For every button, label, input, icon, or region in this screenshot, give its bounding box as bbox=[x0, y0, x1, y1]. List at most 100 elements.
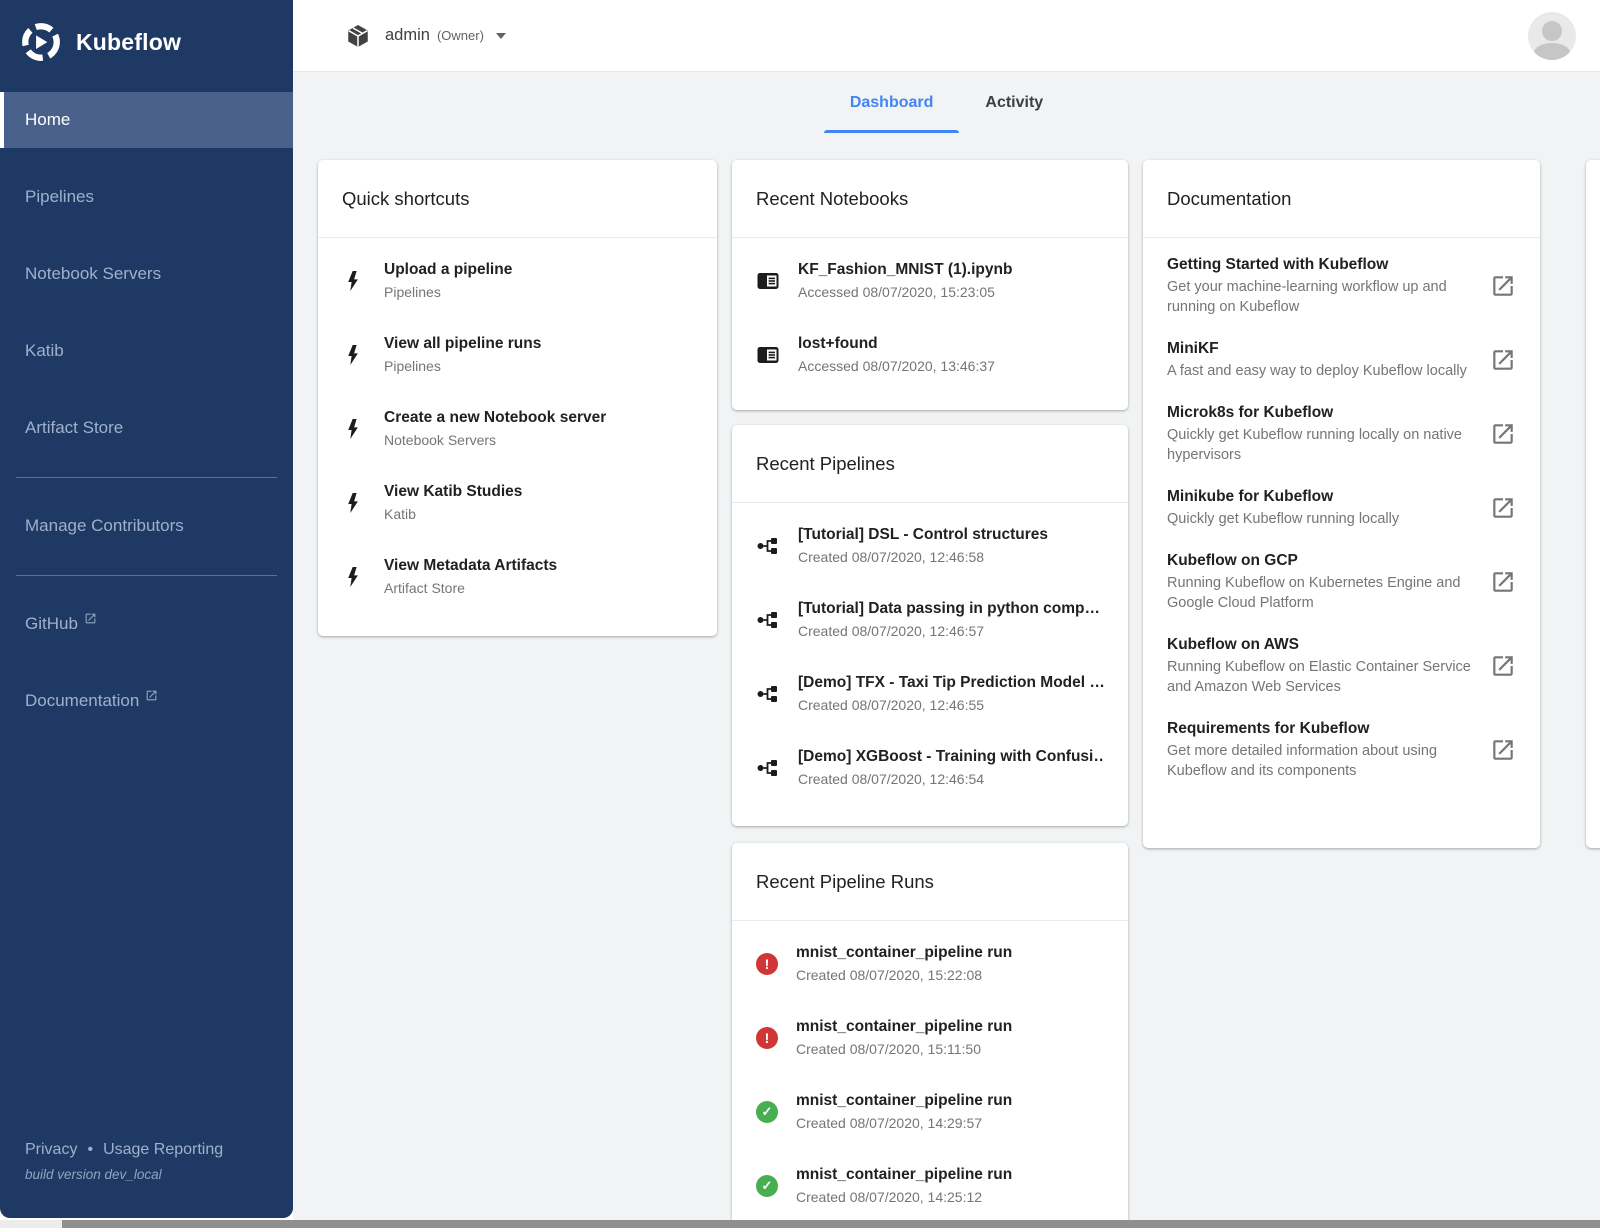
run-title: mnist_container_pipeline run bbox=[796, 1017, 1012, 1037]
avatar[interactable] bbox=[1528, 12, 1576, 60]
pipeline-created: Created 08/07/2020, 12:46:54 bbox=[798, 769, 1104, 789]
shortcut-text: View Metadata Artifacts Artifact Store bbox=[384, 556, 557, 598]
shortcut-item[interactable]: View all pipeline runs Pipelines bbox=[318, 318, 717, 392]
horizontal-scrollbar-thumb[interactable] bbox=[62, 1220, 1600, 1228]
pipeline-text: [Tutorial] Data passing in python comp… … bbox=[798, 599, 1100, 641]
shortcut-subtitle: Katib bbox=[384, 504, 522, 524]
shortcut-title: View Metadata Artifacts bbox=[384, 556, 557, 576]
logo-row[interactable]: Kubeflow bbox=[0, 0, 293, 84]
doc-title: Getting Started with Kubeflow bbox=[1167, 254, 1476, 275]
doc-link-item[interactable]: Requirements for Kubeflow Get more detai… bbox=[1143, 708, 1540, 792]
pipeline-graph-icon bbox=[756, 608, 780, 632]
doc-description: Quickly get Kubeflow running locally bbox=[1167, 509, 1476, 529]
run-status-icon bbox=[756, 1101, 778, 1123]
doc-title: Requirements for Kubeflow bbox=[1167, 718, 1476, 739]
sidebar: Kubeflow Home Pipelines Notebook Servers… bbox=[0, 0, 293, 1218]
tab[interactable]: Activity bbox=[959, 72, 1069, 133]
tab[interactable]: Dashboard bbox=[824, 72, 960, 133]
open-in-new-icon[interactable] bbox=[1490, 421, 1516, 447]
shortcut-title: View Katib Studies bbox=[384, 482, 522, 502]
open-in-new-icon[interactable] bbox=[1490, 347, 1516, 373]
sidebar-external-item[interactable]: GitHub bbox=[0, 596, 293, 652]
build-version: build version dev_local bbox=[25, 1167, 223, 1182]
sidebar-item[interactable]: Notebook Servers bbox=[0, 246, 293, 302]
tab-label: Activity bbox=[985, 94, 1043, 112]
card-header: Quick shortcuts bbox=[318, 160, 717, 238]
notebook-accessed: Accessed 08/07/2020, 15:23:05 bbox=[798, 282, 1012, 302]
quick-shortcuts-list: Upload a pipeline Pipelines View all pip… bbox=[318, 238, 717, 620]
doc-description: A fast and easy way to deploy Kubeflow l… bbox=[1167, 361, 1476, 381]
usage-reporting-link[interactable]: Usage Reporting bbox=[103, 1141, 223, 1159]
chevron-down-icon[interactable] bbox=[496, 33, 506, 39]
sidebar-footer: Privacy • Usage Reporting build version … bbox=[25, 1141, 223, 1182]
bolt-icon bbox=[342, 417, 366, 441]
shortcut-subtitle: Pipelines bbox=[384, 282, 512, 302]
notebook-item[interactable]: KF_Fashion_MNIST (1).ipynb Accessed 08/0… bbox=[732, 244, 1128, 318]
doc-link-item[interactable]: Getting Started with Kubeflow Get your m… bbox=[1143, 244, 1540, 328]
sidebar-external-item[interactable]: Documentation bbox=[0, 673, 293, 729]
doc-link-item[interactable]: Kubeflow on AWS Running Kubeflow on Elas… bbox=[1143, 624, 1540, 708]
namespace-name[interactable]: admin bbox=[385, 26, 430, 45]
shortcut-subtitle: Notebook Servers bbox=[384, 430, 606, 450]
shortcut-item[interactable]: Create a new Notebook server Notebook Se… bbox=[318, 392, 717, 466]
open-in-new-icon[interactable] bbox=[1490, 273, 1516, 299]
sidebar-item-label: GitHub bbox=[25, 614, 78, 634]
pipeline-item[interactable]: [Tutorial] Data passing in python comp… … bbox=[732, 583, 1128, 657]
sidebar-item[interactable]: Home bbox=[0, 92, 293, 148]
pipeline-text: [Demo] TFX - Taxi Tip Prediction Model …… bbox=[798, 673, 1104, 715]
doc-title: MiniKF bbox=[1167, 338, 1476, 359]
sidebar-item-label-wrap: Documentation bbox=[25, 691, 158, 711]
pipeline-created: Created 08/07/2020, 12:46:58 bbox=[798, 547, 1048, 567]
run-item[interactable]: mnist_container_pipeline run Created 08/… bbox=[732, 1001, 1128, 1075]
run-status-icon bbox=[756, 1175, 778, 1197]
doc-link-item[interactable]: Kubeflow on GCP Running Kubeflow on Kube… bbox=[1143, 540, 1540, 624]
bolt-icon bbox=[342, 343, 366, 367]
footer-links: Privacy • Usage Reporting bbox=[25, 1141, 223, 1159]
shortcut-subtitle: Artifact Store bbox=[384, 578, 557, 598]
run-title: mnist_container_pipeline run bbox=[796, 943, 1012, 963]
external-link-icon bbox=[145, 687, 158, 707]
sidebar-item-manage-contributors[interactable]: Manage Contributors bbox=[0, 498, 293, 554]
pipeline-graph-icon bbox=[756, 534, 780, 558]
run-item[interactable]: mnist_container_pipeline run Created 08/… bbox=[732, 927, 1128, 1001]
sidebar-item-label: Documentation bbox=[25, 691, 139, 711]
documentation-list: Getting Started with Kubeflow Get your m… bbox=[1143, 238, 1540, 798]
open-in-new-icon[interactable] bbox=[1490, 495, 1516, 521]
open-in-new-icon[interactable] bbox=[1490, 653, 1516, 679]
external-link-icon bbox=[84, 610, 97, 630]
pipeline-text: [Demo] XGBoost - Training with Confusi… … bbox=[798, 747, 1104, 789]
horizontal-scrollbar-track[interactable] bbox=[0, 1220, 1600, 1228]
sidebar-item[interactable]: Artifact Store bbox=[0, 400, 293, 456]
run-item[interactable]: mnist_container_pipeline run Created 08/… bbox=[732, 1149, 1128, 1220]
notebook-icon bbox=[756, 269, 780, 293]
shortcut-item[interactable]: View Katib Studies Katib bbox=[318, 466, 717, 540]
recent-notebooks-card: Recent Notebooks KF_Fas bbox=[732, 160, 1128, 410]
notebook-text: lost+found Accessed 08/07/2020, 13:46:37 bbox=[798, 334, 995, 376]
recent-runs-list: mnist_container_pipeline run Created 08/… bbox=[732, 921, 1128, 1220]
doc-link-item[interactable]: MiniKF A fast and easy way to deploy Kub… bbox=[1143, 328, 1540, 392]
shortcut-title: Upload a pipeline bbox=[384, 260, 512, 280]
run-text: mnist_container_pipeline run Created 08/… bbox=[796, 1017, 1012, 1059]
notebook-item[interactable]: lost+found Accessed 08/07/2020, 13:46:37 bbox=[732, 318, 1128, 392]
doc-description: Running Kubeflow on Elastic Container Se… bbox=[1167, 657, 1476, 697]
shortcut-text: View all pipeline runs Pipelines bbox=[384, 334, 541, 376]
shortcut-item[interactable]: Upload a pipeline Pipelines bbox=[318, 244, 717, 318]
doc-text: Kubeflow on GCP Running Kubeflow on Kube… bbox=[1167, 550, 1476, 613]
shortcut-text: Create a new Notebook server Notebook Se… bbox=[384, 408, 606, 450]
shortcut-text: View Katib Studies Katib bbox=[384, 482, 522, 524]
open-in-new-icon[interactable] bbox=[1490, 569, 1516, 595]
run-created: Created 08/07/2020, 14:25:12 bbox=[796, 1187, 1012, 1207]
notebook-icon bbox=[756, 343, 780, 367]
privacy-link[interactable]: Privacy bbox=[25, 1141, 77, 1159]
pipeline-item[interactable]: [Demo] XGBoost - Training with Confusi… … bbox=[732, 731, 1128, 805]
shortcut-item[interactable]: View Metadata Artifacts Artifact Store bbox=[318, 540, 717, 614]
sidebar-item-label: Pipelines bbox=[25, 187, 94, 207]
pipeline-item[interactable]: [Tutorial] DSL - Control structures Crea… bbox=[732, 509, 1128, 583]
run-item[interactable]: mnist_container_pipeline run Created 08/… bbox=[732, 1075, 1128, 1149]
sidebar-item[interactable]: Katib bbox=[0, 323, 293, 379]
doc-link-item[interactable]: Minikube for Kubeflow Quickly get Kubefl… bbox=[1143, 476, 1540, 540]
doc-link-item[interactable]: Microk8s for Kubeflow Quickly get Kubefl… bbox=[1143, 392, 1540, 476]
sidebar-item[interactable]: Pipelines bbox=[0, 169, 293, 225]
pipeline-item[interactable]: [Demo] TFX - Taxi Tip Prediction Model …… bbox=[732, 657, 1128, 731]
open-in-new-icon[interactable] bbox=[1490, 737, 1516, 763]
